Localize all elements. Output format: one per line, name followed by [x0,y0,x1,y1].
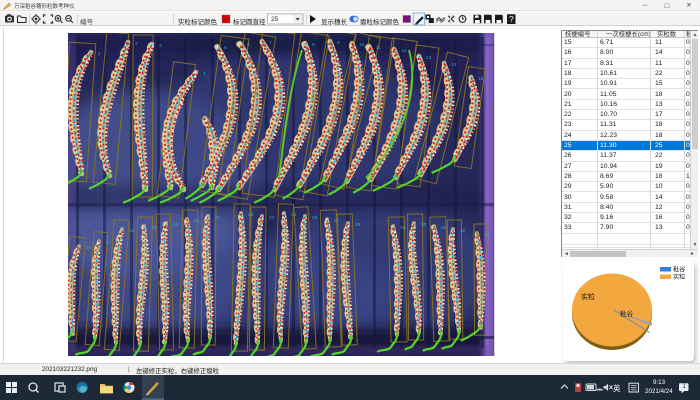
svg-text:17: 17 [106,240,112,246]
svg-text:实粒: 实粒 [673,273,685,281]
svg-text:24: 24 [269,215,275,221]
svg-text:32: 32 [460,228,466,234]
svg-text:22: 22 [215,215,221,221]
svg-text:8: 8 [312,42,315,48]
svg-text:14: 14 [451,62,457,68]
svg-text:2: 2 [135,41,138,47]
svg-text:实粒: 实粒 [581,292,595,301]
svg-text:10: 10 [359,42,365,48]
svg-text:28: 28 [355,222,361,228]
svg-text:16: 16 [86,245,92,251]
svg-text:21: 21 [194,218,200,224]
svg-text:13: 13 [426,55,432,61]
svg-text:30: 30 [421,222,427,228]
svg-text:7: 7 [269,40,272,46]
svg-text:9: 9 [337,40,340,46]
svg-text:3: 3 [159,43,162,49]
svg-text:26: 26 [312,215,318,221]
svg-text:19: 19 [151,225,157,231]
svg-text:秕谷: 秕谷 [673,266,685,274]
svg-text:18: 18 [129,228,135,234]
svg-text:4: 4 [203,71,206,77]
svg-text:11: 11 [376,45,381,51]
svg-text:33: 33 [484,232,490,238]
svg-text:1: 1 [98,51,101,57]
svg-text:20: 20 [173,222,179,228]
svg-text:12: 12 [401,48,407,54]
svg-text:?: ? [509,14,514,24]
svg-text:秕谷: 秕谷 [620,309,634,318]
svg-text:5: 5 [224,45,227,51]
svg-text:31: 31 [441,225,447,231]
svg-text:15: 15 [478,76,484,82]
svg-text:6: 6 [247,42,250,48]
svg-text:27: 27 [334,218,340,224]
svg-text:29: 29 [400,225,406,231]
